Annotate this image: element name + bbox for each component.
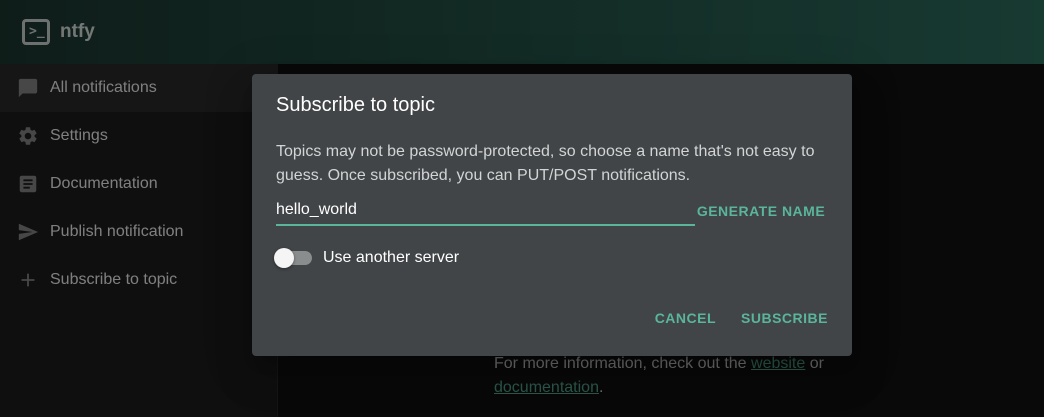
topic-field <box>276 198 695 226</box>
dialog-description: Topics may not be password-protected, so… <box>276 143 815 184</box>
subscribe-dialog: Subscribe to topic Topics may not be pas… <box>252 74 852 356</box>
subscribe-button[interactable]: SUBSCRIBE <box>741 310 828 326</box>
topic-input[interactable] <box>276 198 695 222</box>
dialog-title: Subscribe to topic <box>276 94 435 116</box>
generate-name-button[interactable]: GENERATE NAME <box>695 198 827 224</box>
use-another-server-label: Use another server <box>323 249 460 266</box>
use-another-server-row: Use another server <box>274 246 459 270</box>
cancel-button[interactable]: CANCEL <box>655 310 716 326</box>
use-another-server-toggle[interactable] <box>274 246 312 270</box>
toggle-thumb <box>274 248 294 268</box>
dialog-actions: CANCEL SUBSCRIBE <box>630 310 828 326</box>
